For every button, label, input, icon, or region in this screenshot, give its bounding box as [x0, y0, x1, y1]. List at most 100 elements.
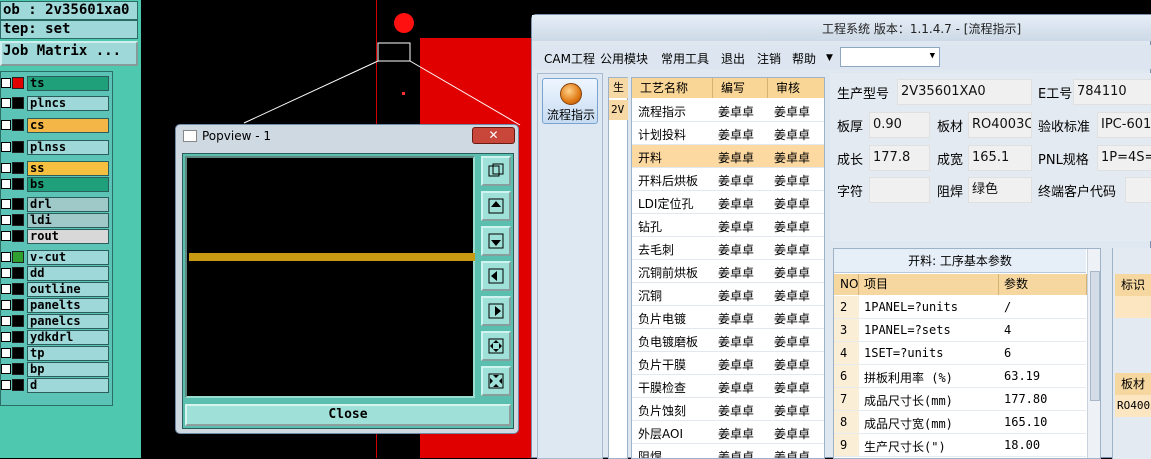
layer-name[interactable]: ydkdrl [27, 330, 109, 345]
width-field[interactable]: 165.1 [968, 145, 1032, 171]
popview-close-button[interactable]: Close [185, 404, 511, 426]
layer-checkbox[interactable] [1, 142, 11, 152]
layer-color-swatch[interactable] [12, 363, 24, 375]
menu-tools[interactable]: 常用工具 [661, 50, 709, 67]
process-row[interactable]: 沉铜 姜卓卓 姜卓卓 [632, 283, 824, 306]
layer-row[interactable]: ss [1, 161, 111, 176]
zoom-in-button[interactable] [481, 331, 511, 361]
pan-up-button[interactable] [481, 191, 511, 221]
col-value[interactable]: 参数 [999, 274, 1087, 295]
layer-checkbox[interactable] [1, 78, 11, 88]
standard-field[interactable]: IPC-601 [1097, 112, 1151, 138]
layer-checkbox[interactable] [1, 120, 11, 130]
layer-name[interactable]: outline [27, 282, 109, 297]
params-scrollbar[interactable] [1087, 249, 1100, 458]
param-row[interactable]: 9 生产尺寸长(") 18.00 [834, 434, 1086, 457]
pan-down-button[interactable] [481, 226, 511, 256]
close-icon[interactable]: ✕ [472, 127, 515, 144]
material-cell[interactable]: RO4003C [1115, 395, 1151, 417]
process-row[interactable]: 负片电镀 姜卓卓 姜卓卓 [632, 306, 824, 329]
layer-name[interactable]: bs [27, 177, 109, 192]
process-row[interactable]: 流程指示 姜卓卓 姜卓卓 [632, 99, 824, 122]
layer-color-swatch[interactable] [12, 283, 24, 295]
layer-checkbox[interactable] [1, 348, 11, 358]
menu-overflow-icon[interactable]: ▼ [826, 53, 833, 63]
param-row[interactable]: 8 成品尺寸宽(mm) 165.10 [834, 411, 1086, 434]
layer-checkbox[interactable] [1, 284, 11, 294]
layer-checkbox[interactable] [1, 231, 11, 241]
layer-color-swatch[interactable] [12, 77, 24, 89]
eno-field[interactable]: 784110 [1073, 79, 1151, 105]
layer-checkbox[interactable] [1, 215, 11, 225]
layer-color-swatch[interactable] [12, 267, 24, 279]
pan-left-button[interactable] [481, 261, 511, 291]
layer-row[interactable]: v-cut [1, 250, 111, 265]
layer-name[interactable]: panelcs [27, 314, 109, 329]
layer-row[interactable]: d [1, 378, 111, 393]
layer-name[interactable]: ldi [27, 213, 109, 228]
model-field[interactable]: 2V35601XA0 [897, 79, 1032, 105]
layer-row[interactable]: rout [1, 229, 111, 244]
job-matrix-button[interactable]: Job Matrix ... [0, 41, 138, 66]
layer-color-swatch[interactable] [12, 141, 24, 153]
layer-color-swatch[interactable] [12, 379, 24, 391]
pnl-field[interactable]: 1P=4S= [1097, 145, 1151, 171]
col-item[interactable]: 项目 [859, 274, 999, 295]
layer-name[interactable]: ss [27, 161, 109, 176]
col-reviewer[interactable]: 审核 [768, 78, 824, 98]
layer-checkbox[interactable] [1, 316, 11, 326]
layer-checkbox[interactable] [1, 300, 11, 310]
zoom-out-button[interactable] [481, 366, 511, 396]
process-row[interactable]: 沉铜前烘板 姜卓卓 姜卓卓 [632, 260, 824, 283]
zoom-fit-button[interactable] [481, 156, 511, 186]
layer-name[interactable]: dd [27, 266, 109, 281]
layer-name[interactable]: panelts [27, 298, 109, 313]
menu-combo-box[interactable]: ▼ [840, 47, 940, 67]
layer-row[interactable]: plnss [1, 140, 111, 155]
layer-color-swatch[interactable] [12, 214, 24, 226]
process-row[interactable]: 负电镀磨板 姜卓卓 姜卓卓 [632, 329, 824, 352]
param-row[interactable]: 2 1PANEL=?units / [834, 296, 1086, 319]
menu-exit[interactable]: 退出 [721, 50, 745, 67]
layer-name[interactable]: v-cut [27, 250, 109, 265]
layer-checkbox[interactable] [1, 179, 11, 189]
layer-checkbox[interactable] [1, 98, 11, 108]
layer-row[interactable]: outline [1, 282, 111, 297]
scrollbar-thumb[interactable] [1090, 271, 1100, 401]
layer-name[interactable]: ts [27, 76, 109, 91]
job-list-row[interactable]: 2V [609, 100, 628, 120]
layer-name[interactable]: d [27, 378, 109, 393]
thickness-field[interactable]: 0.90 [869, 112, 930, 138]
layer-row[interactable]: bs [1, 177, 111, 192]
col-no[interactable]: NO [834, 274, 859, 295]
layer-name[interactable]: tp [27, 346, 109, 361]
layer-checkbox[interactable] [1, 163, 11, 173]
layer-color-swatch[interactable] [12, 347, 24, 359]
layer-row[interactable]: bp [1, 362, 111, 377]
flow-indicator-button[interactable]: 流程指示 [542, 78, 598, 124]
popview-canvas[interactable] [185, 156, 475, 398]
process-row[interactable]: 钻孔 姜卓卓 姜卓卓 [632, 214, 824, 237]
layer-color-swatch[interactable] [12, 178, 24, 190]
layer-checkbox[interactable] [1, 252, 11, 262]
layer-color-swatch[interactable] [12, 97, 24, 109]
layer-checkbox[interactable] [1, 332, 11, 342]
process-row[interactable]: 阻焊 姜卓卓 姜卓卓 [632, 444, 824, 458]
process-row[interactable]: LDI定位孔 姜卓卓 姜卓卓 [632, 191, 824, 214]
process-row[interactable]: 开料 姜卓卓 姜卓卓 [632, 145, 824, 168]
process-row[interactable]: 外层AOI 姜卓卓 姜卓卓 [632, 421, 824, 444]
layer-row[interactable]: dd [1, 266, 111, 281]
layer-name[interactable]: plnss [27, 140, 109, 155]
layer-color-swatch[interactable] [12, 299, 24, 311]
layer-color-swatch[interactable] [12, 162, 24, 174]
menu-common-modules[interactable]: 公用模块 [600, 50, 648, 67]
param-row[interactable]: 3 1PANEL=?sets 4 [834, 319, 1086, 342]
layer-color-swatch[interactable] [12, 119, 24, 131]
col-writer[interactable]: 编写 [713, 78, 768, 98]
layer-row[interactable]: ts [1, 76, 111, 91]
customer-code-field[interactable] [1125, 177, 1151, 203]
process-row[interactable]: 干膜检查 姜卓卓 姜卓卓 [632, 375, 824, 398]
menu-help[interactable]: 帮助 [792, 50, 816, 67]
layer-row[interactable]: panelts [1, 298, 111, 313]
soldermask-field[interactable]: 绿色 [968, 177, 1032, 203]
